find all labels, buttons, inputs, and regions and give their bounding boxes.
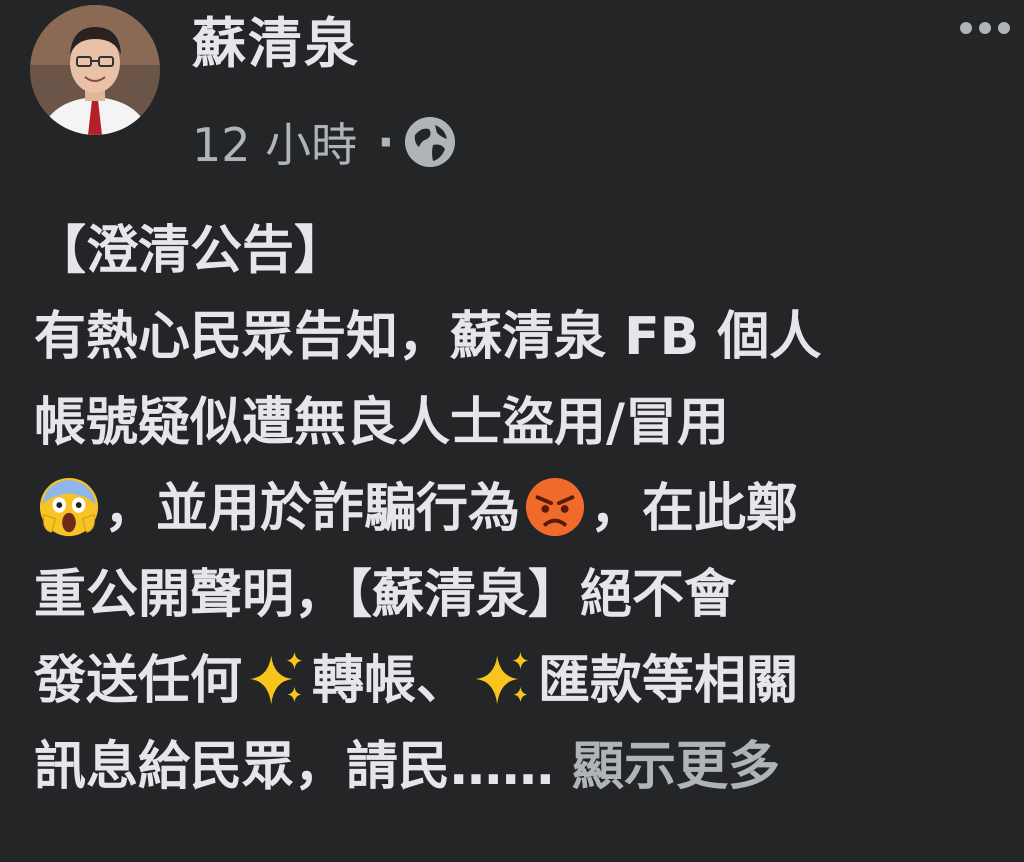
post-meta: 12 小時 · (192, 112, 455, 172)
text-line-4-part-a: ，並用於詐騙行為 (104, 479, 521, 539)
text-line-5: 重公開聲明，【蘇清泉】絕不會 (34, 565, 737, 625)
angry-face-emoji (525, 477, 585, 537)
see-more-link[interactable]: 顯示更多 (572, 737, 780, 797)
globe-icon[interactable] (404, 117, 455, 167)
meta-separator: · (377, 115, 395, 169)
more-options-icon[interactable] (960, 22, 1010, 34)
post-text: 【澄清公告】 有熱心民眾告知，蘇清泉 FB 個人 帳號疑似遭無良人士盜用/冒用 … (34, 208, 1004, 810)
screaming-face-emoji (39, 477, 99, 537)
sparkles-emoji (475, 651, 529, 705)
sparkles-emoji (249, 651, 303, 705)
text-line-6-part-b: 轉帳、 (312, 651, 469, 711)
text-line-1: 【澄清公告】 (34, 221, 347, 281)
facebook-post: 蘇清泉 12 小時 · 【澄清公告】 有熱心民眾告知，蘇清泉 FB 個人 帳號疑… (0, 0, 1024, 862)
text-line-7-text: 訊息給民眾，請民…… (34, 737, 555, 797)
text-line-6-part-c: 匯款等相關 (538, 651, 799, 711)
avatar[interactable] (30, 5, 160, 135)
text-line-7: 訊息給民眾，請民…… 顯示更多 (34, 724, 1004, 810)
text-line-3: 帳號疑似遭無良人士盜用/冒用 (34, 393, 729, 453)
text-line-6: 發送任何 轉帳、 匯款等相關 (34, 638, 1004, 724)
profile-photo (30, 5, 160, 135)
text-line-4-part-b: ，在此鄭 (590, 479, 799, 539)
text-line-4: ，並用於詐騙行為 ，在此鄭 (34, 466, 1004, 552)
post-timestamp[interactable]: 12 小時 (192, 109, 357, 175)
post-author-name[interactable]: 蘇清泉 (192, 14, 360, 74)
text-line-2: 有熱心民眾告知，蘇清泉 FB 個人 (34, 307, 822, 367)
text-line-6-part-a: 發送任何 (34, 651, 243, 711)
